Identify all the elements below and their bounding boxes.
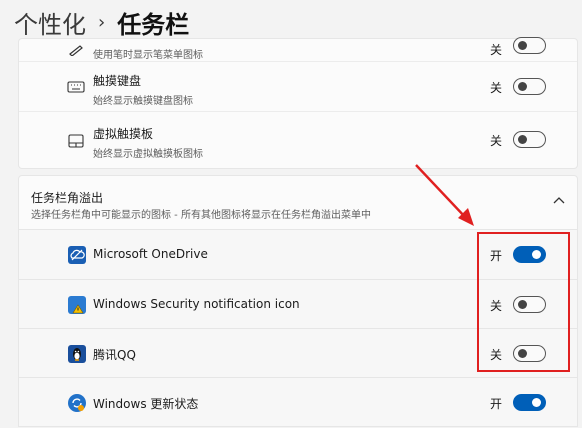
annotation-arrow xyxy=(415,164,474,226)
